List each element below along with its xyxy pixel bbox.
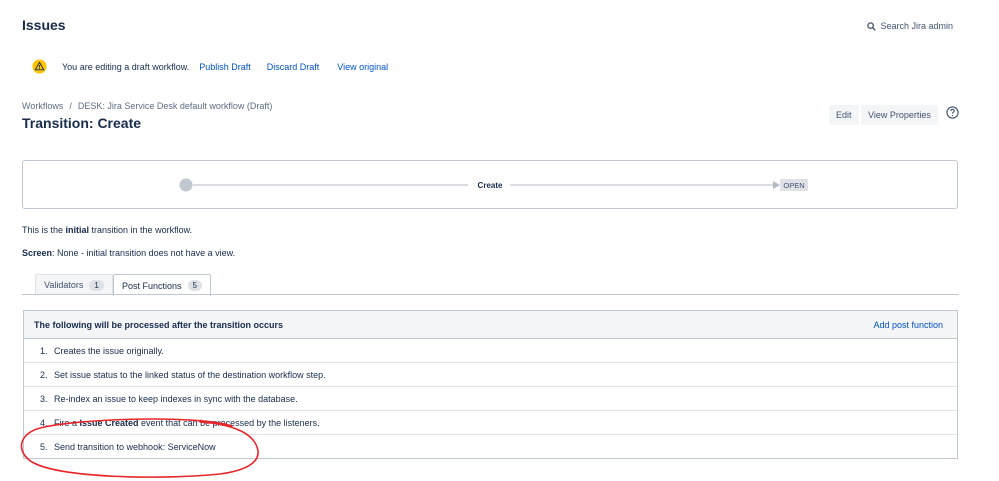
transition-info: This is the initial transition in the wo… — [22, 225, 192, 235]
row-text: Re-index an issue to keep indexes in syn… — [54, 393, 298, 404]
row-text-pre: Fire a — [54, 417, 80, 428]
transition-title: Transition: Create — [22, 115, 142, 131]
tab-label: Validators — [44, 280, 84, 290]
draft-message: You are editing a draft workflow. — [62, 61, 190, 72]
search-label: Search Jira admin — [880, 21, 953, 31]
row-number: 3. — [40, 393, 48, 404]
row-text: Creates the issue originally. — [54, 345, 164, 356]
screen-value: : None - initial transition does not hav… — [52, 248, 236, 258]
arrow-head-icon — [773, 181, 780, 189]
event-name: Issue Created — [79, 417, 139, 428]
page-title: Issues — [22, 17, 66, 33]
row-number: 4. — [40, 417, 48, 428]
row-number: 2. — [40, 369, 48, 380]
tab-count-badge: 5 — [187, 280, 202, 291]
tab-post-functions[interactable]: Post Functions 5 — [113, 274, 211, 296]
breadcrumb-current-workflow[interactable]: DESK: Jira Service Desk default workflow… — [78, 101, 273, 111]
table-row: 1. Creates the issue originally. — [24, 339, 957, 363]
screen-label: Screen — [22, 248, 53, 258]
breadcrumb-workflows[interactable]: Workflows — [22, 101, 63, 111]
status-open-label: OPEN — [783, 181, 804, 190]
info-text: This is the — [22, 225, 66, 235]
row-text: Fire a Issue Created event that can be p… — [54, 418, 320, 428]
transition-label: Create — [478, 181, 503, 190]
row-number: 5. — [40, 441, 48, 452]
initial-node-icon — [179, 178, 193, 192]
row-text-post: event that can be processed by the liste… — [138, 417, 320, 428]
help-icon[interactable] — [946, 106, 959, 119]
edit-button[interactable]: Edit — [829, 105, 859, 125]
tab-count-badge: 1 — [89, 279, 104, 291]
table-row: 3. Re-index an issue to keep indexes in … — [24, 387, 957, 411]
post-functions-heading: The following will be processed after th… — [34, 319, 284, 330]
tabs-divider — [22, 294, 959, 295]
discard-draft-link[interactable]: Discard Draft — [267, 62, 320, 72]
warning-icon — [32, 59, 47, 74]
info-text-end: transition in the workflow. — [89, 225, 193, 235]
post-functions-table: The following will be processed after th… — [23, 310, 958, 459]
breadcrumb-separator: / — [69, 101, 72, 111]
breadcrumb: Workflows / DESK: Jira Service Desk defaul… — [22, 101, 272, 111]
info-bold: initial — [65, 225, 90, 235]
view-original-link[interactable]: View original — [337, 62, 388, 72]
add-post-function-link[interactable]: Add post function — [873, 320, 943, 330]
table-row: 2. Set issue status to the linked status… — [24, 363, 957, 387]
row-text: Send transition to webhook: ServiceNow — [54, 441, 216, 452]
row-text: Set issue status to the linked status of… — [54, 369, 326, 380]
search-icon — [867, 21, 877, 31]
tab-label: Post Functions — [122, 280, 182, 291]
screen-info: Screen: None - initial transition does n… — [22, 248, 235, 258]
row-number: 1. — [40, 345, 48, 356]
table-row: 5. Send transition to webhook: ServiceNo… — [24, 435, 957, 458]
table-row: 4. Fire a Issue Created event that can b… — [24, 411, 957, 435]
tab-validators[interactable]: Validators 1 — [35, 274, 113, 295]
search-jira-admin[interactable]: Search Jira admin — [867, 21, 953, 31]
transition-diagram: Create OPEN — [22, 160, 958, 209]
post-functions-header: The following will be processed after th… — [24, 311, 957, 339]
view-properties-button[interactable]: View Properties — [861, 105, 938, 125]
diagram-canvas: Create OPEN — [179, 178, 808, 192]
publish-draft-link[interactable]: Publish Draft — [199, 62, 251, 72]
draft-notice: You are editing a draft workflow. Publis… — [32, 59, 388, 74]
